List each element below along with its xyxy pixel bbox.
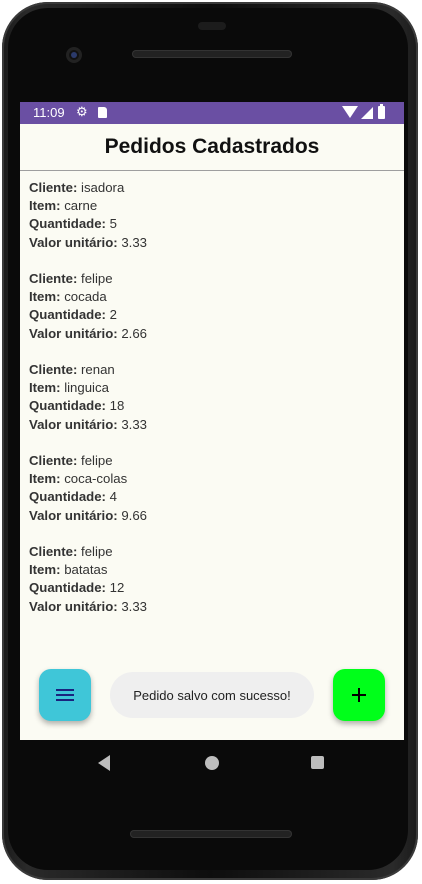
- order-cliente-label: Cliente:: [29, 453, 78, 468]
- order-valor-label: Valor unitário:: [29, 416, 118, 432]
- order-valor-value: 9.66: [121, 507, 148, 523]
- recents-square-icon[interactable]: [311, 756, 324, 769]
- status-time: 11:09: [33, 105, 65, 120]
- order-quantidade-label: Quantidade:: [29, 307, 106, 323]
- order-entry: Cliente: felipe Item: batatas Quantidade: …: [29, 543, 395, 616]
- status-bar: 11:09 ⚙: [20, 102, 404, 124]
- order-quantidade-value: 2: [109, 307, 117, 323]
- signal-icon: [361, 107, 373, 119]
- order-quantidade-value: 18: [109, 398, 125, 414]
- order-valor-line: Valor unitário: 3.33: [29, 416, 395, 434]
- order-item-line: Item: coca-colas: [29, 470, 395, 488]
- sd-card-icon: [98, 107, 107, 118]
- order-quantidade-line: Quantidade: 2: [29, 306, 395, 324]
- order-valor-label: Valor unitário:: [29, 598, 118, 614]
- order-valor-label: Valor unitário:: [29, 507, 118, 523]
- order-quantidade-value: 12: [109, 580, 125, 596]
- order-valor-line: Valor unitário: 9.66: [29, 507, 395, 525]
- order-cliente-label: Cliente:: [29, 544, 78, 559]
- order-quantidade-line: Quantidade: 18: [29, 397, 395, 415]
- order-item-value: batatas: [64, 562, 108, 578]
- order-entry: Cliente: isadora Item: carne Quantidade: 5…: [29, 179, 395, 252]
- system-nav-bar: [20, 740, 404, 786]
- order-valor-value: 2.66: [121, 325, 148, 341]
- app-header: Pedidos Cadastrados: [20, 124, 404, 171]
- battery-icon: [378, 104, 385, 119]
- plus-icon: [352, 688, 366, 702]
- menu-button[interactable]: [39, 669, 91, 721]
- home-circle-icon[interactable]: [205, 756, 219, 770]
- order-valor-label: Valor unitário:: [29, 234, 118, 250]
- app-screen: 11:09 ⚙ Pedidos Cadastrados Cliente: isa…: [20, 102, 404, 740]
- snackbar-message: Pedido salvo com sucesso!: [133, 687, 291, 703]
- menu-icon: [56, 689, 74, 701]
- order-item-value: carne: [64, 198, 98, 214]
- order-item-label: Item:: [29, 562, 61, 578]
- order-cliente-label: Cliente:: [29, 180, 78, 195]
- order-entry: Cliente: felipe Item: coca-colas Quantidad…: [29, 452, 395, 525]
- gear-icon: ⚙: [76, 104, 88, 119]
- snackbar: Pedido salvo com sucesso!: [110, 672, 314, 718]
- bottom-speaker: [130, 830, 292, 838]
- order-quantidade-label: Quantidade:: [29, 398, 106, 414]
- status-icons: [342, 104, 396, 120]
- order-item-value: coca-colas: [64, 471, 128, 487]
- order-cliente-line: Cliente: renan: [29, 361, 395, 379]
- back-triangle-icon[interactable]: [98, 755, 110, 771]
- order-cliente-line: Cliente: felipe: [29, 452, 395, 470]
- order-entry: Cliente: renan Item: linguica Quantidade: …: [29, 361, 395, 434]
- order-valor-value: 3.33: [121, 598, 148, 614]
- front-camera: [66, 47, 82, 63]
- order-cliente-value: isadora: [81, 180, 125, 195]
- order-item-line: Item: linguica: [29, 379, 395, 397]
- order-quantidade-label: Quantidade:: [29, 216, 106, 232]
- order-item-line: Item: batatas: [29, 561, 395, 579]
- order-quantidade-line: Quantidade: 4: [29, 488, 395, 506]
- order-valor-value: 3.33: [121, 416, 148, 432]
- order-item-value: linguica: [64, 380, 109, 396]
- order-cliente-label: Cliente:: [29, 362, 78, 377]
- order-valor-label: Valor unitário:: [29, 325, 118, 341]
- add-order-button[interactable]: [333, 669, 385, 721]
- order-cliente-value: felipe: [81, 271, 113, 286]
- order-item-label: Item:: [29, 380, 61, 396]
- orders-list: Cliente: isadora Item: carne Quantidade: 5…: [29, 179, 395, 634]
- order-quantidade-line: Quantidade: 12: [29, 579, 395, 597]
- wifi-icon: [342, 106, 358, 118]
- proximity-sensor: [198, 22, 226, 30]
- order-item-line: Item: carne: [29, 197, 395, 215]
- order-cliente-line: Cliente: isadora: [29, 179, 395, 197]
- earpiece-speaker: [132, 50, 292, 58]
- order-valor-line: Valor unitário: 3.33: [29, 598, 395, 616]
- page-title: Pedidos Cadastrados: [104, 135, 320, 158]
- order-valor-value: 3.33: [121, 234, 148, 250]
- order-quantidade-label: Quantidade:: [29, 489, 106, 505]
- order-item-label: Item:: [29, 289, 61, 305]
- order-item-line: Item: cocada: [29, 288, 395, 306]
- order-entry: Cliente: felipe Item: cocada Quantidade: 2…: [29, 270, 395, 343]
- order-cliente-value: felipe: [81, 453, 113, 468]
- phone-frame: 11:09 ⚙ Pedidos Cadastrados Cliente: isa…: [0, 0, 422, 884]
- order-valor-line: Valor unitário: 2.66: [29, 325, 395, 343]
- order-cliente-label: Cliente:: [29, 271, 78, 286]
- order-item-label: Item:: [29, 198, 61, 214]
- order-quantidade-line: Quantidade: 5: [29, 215, 395, 233]
- order-cliente-line: Cliente: felipe: [29, 543, 395, 561]
- order-item-label: Item:: [29, 471, 61, 487]
- order-quantidade-value: 4: [109, 489, 117, 505]
- order-quantidade-value: 5: [109, 216, 117, 232]
- order-item-value: cocada: [64, 289, 107, 305]
- order-quantidade-label: Quantidade:: [29, 580, 106, 596]
- order-cliente-line: Cliente: felipe: [29, 270, 395, 288]
- order-valor-line: Valor unitário: 3.33: [29, 234, 395, 252]
- order-cliente-value: renan: [81, 362, 115, 377]
- order-cliente-value: felipe: [81, 544, 113, 559]
